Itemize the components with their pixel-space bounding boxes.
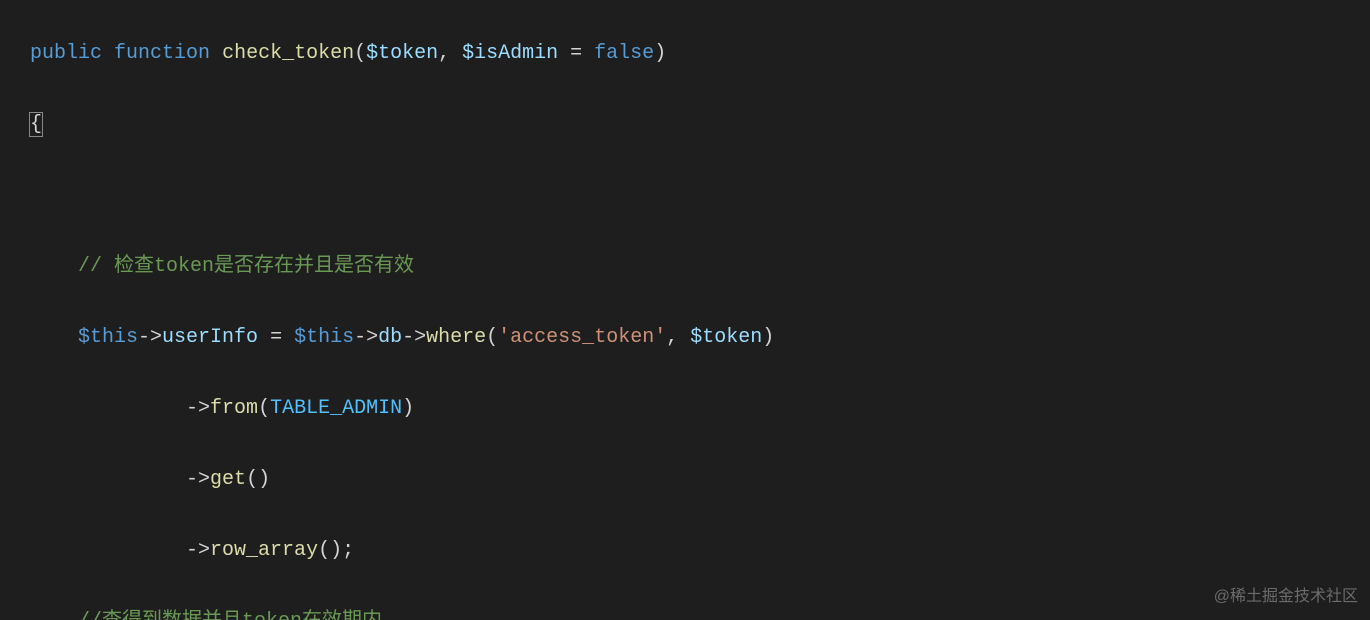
code-line bbox=[30, 178, 1370, 214]
code-line: ->row_array(); bbox=[30, 533, 1370, 569]
code-line: //查得到数据并且token在效期内 bbox=[30, 604, 1370, 620]
code-line: $this->userInfo = $this->db->where('acce… bbox=[30, 320, 1370, 356]
code-editor[interactable]: public function check_token($token, $isA… bbox=[0, 0, 1370, 620]
code-line: // 检查token是否存在并且是否有效 bbox=[30, 249, 1370, 285]
code-line: ->get() bbox=[30, 462, 1370, 498]
code-line: public function check_token($token, $isA… bbox=[30, 36, 1370, 72]
code-block: public function check_token($token, $isA… bbox=[30, 36, 1370, 620]
brace-open: { bbox=[29, 112, 43, 137]
watermark: @稀土掘金技术社区 bbox=[1214, 579, 1358, 615]
code-line: { bbox=[30, 107, 1370, 143]
code-line: ->from(TABLE_ADMIN) bbox=[30, 391, 1370, 427]
